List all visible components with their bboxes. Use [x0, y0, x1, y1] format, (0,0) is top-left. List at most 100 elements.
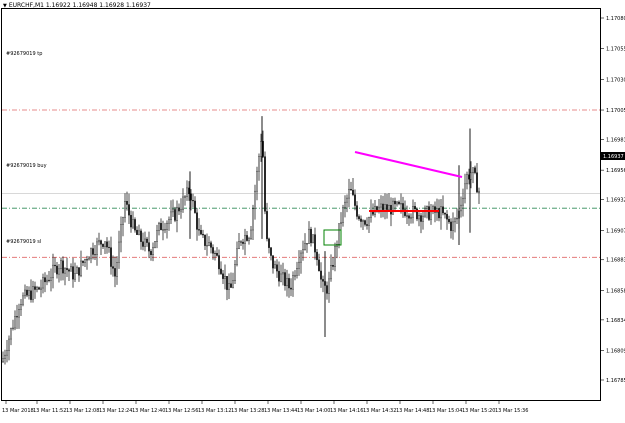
x-tick-label: 13 Mar 11:52	[33, 408, 66, 414]
candle	[112, 255, 114, 277]
candle	[364, 219, 366, 227]
candle	[346, 194, 348, 213]
candle	[106, 237, 108, 254]
candle	[384, 193, 386, 220]
candle	[124, 193, 126, 223]
candle	[82, 260, 84, 267]
candle	[14, 310, 16, 331]
candle	[50, 268, 52, 292]
candle	[158, 221, 160, 236]
candle	[184, 195, 186, 206]
x-tick-label: 13 Mar 13:12	[198, 408, 231, 414]
candle	[318, 253, 320, 272]
candle	[442, 195, 444, 216]
candle	[84, 258, 86, 268]
candle	[374, 200, 376, 218]
candle	[252, 204, 254, 241]
chart-window[interactable]: #92679019 tp #92679019 buy #92679019 sl …	[0, 0, 625, 419]
candle	[282, 262, 284, 286]
candle	[382, 195, 384, 218]
candle	[338, 223, 340, 249]
candle	[254, 184, 256, 220]
candle	[130, 210, 132, 233]
y-tick-label: 1.17080	[606, 16, 625, 22]
candle	[316, 248, 318, 266]
candle	[116, 256, 118, 285]
y-tick-label: 1.16785	[606, 378, 625, 384]
candle	[192, 193, 194, 208]
candle	[196, 208, 198, 241]
candle	[150, 249, 152, 261]
candle	[472, 167, 474, 184]
candle	[128, 193, 130, 225]
candle	[224, 264, 226, 290]
candle	[134, 217, 136, 233]
candle	[186, 180, 188, 201]
candle	[56, 261, 58, 279]
candle	[352, 177, 354, 197]
candle	[8, 335, 10, 361]
candle	[336, 240, 338, 259]
candle	[310, 226, 312, 247]
candle	[312, 234, 314, 244]
candle	[322, 275, 324, 293]
candle	[88, 256, 90, 261]
candle	[16, 304, 18, 329]
candle	[256, 166, 258, 201]
candle	[410, 213, 412, 224]
candle	[356, 201, 358, 220]
x-tick-label: 13 Mar 12:56	[165, 408, 198, 414]
candle	[368, 216, 370, 233]
candle	[422, 211, 424, 230]
collapse-triangle-icon[interactable]: ▼	[3, 3, 7, 9]
candle	[276, 259, 278, 278]
candle	[348, 178, 350, 208]
candle	[218, 249, 220, 275]
candle	[456, 208, 458, 225]
candle	[58, 264, 60, 283]
candle	[354, 189, 356, 211]
candle	[360, 215, 362, 228]
candle	[44, 272, 46, 293]
candle	[418, 212, 420, 227]
candle	[408, 213, 410, 226]
price-chart[interactable]: #92679019 tp #92679019 buy #92679019 sl …	[0, 0, 625, 419]
candle	[162, 220, 164, 241]
candle	[190, 189, 192, 211]
candle	[260, 133, 262, 162]
candle	[232, 272, 234, 289]
candle	[476, 162, 478, 193]
current-price-value: 1.16937	[603, 154, 624, 160]
candle	[240, 240, 242, 247]
candle	[440, 198, 442, 230]
candle	[236, 241, 238, 267]
candle	[174, 206, 176, 223]
candle	[258, 153, 260, 181]
candle	[220, 261, 222, 276]
candle	[394, 197, 396, 213]
candle	[138, 224, 140, 236]
x-tick-label: 13 Mar 13:28	[231, 408, 264, 414]
candle	[334, 242, 336, 272]
candle	[148, 231, 150, 259]
candle	[306, 243, 308, 253]
candle	[398, 200, 400, 206]
candle	[250, 225, 252, 240]
candle	[388, 193, 390, 210]
x-tick-label: 13 Mar 12:40	[132, 408, 165, 414]
candle	[180, 198, 182, 219]
candle	[474, 165, 476, 175]
candle	[68, 268, 70, 281]
candle	[40, 279, 42, 298]
y-tick-label: 1.16809	[606, 349, 625, 355]
candle	[104, 241, 106, 255]
candle	[64, 267, 66, 286]
trendline-upper[interactable]	[354, 151, 463, 178]
candle	[188, 181, 190, 201]
candle	[242, 238, 244, 250]
symbol-quote: EURCHF,M1 1.16922 1.16948 1.16928 1.1693…	[8, 2, 151, 9]
candle	[76, 265, 78, 274]
candle	[308, 221, 310, 244]
x-tick-label: 13 Mar 14:00	[297, 408, 330, 414]
candle	[200, 224, 202, 236]
